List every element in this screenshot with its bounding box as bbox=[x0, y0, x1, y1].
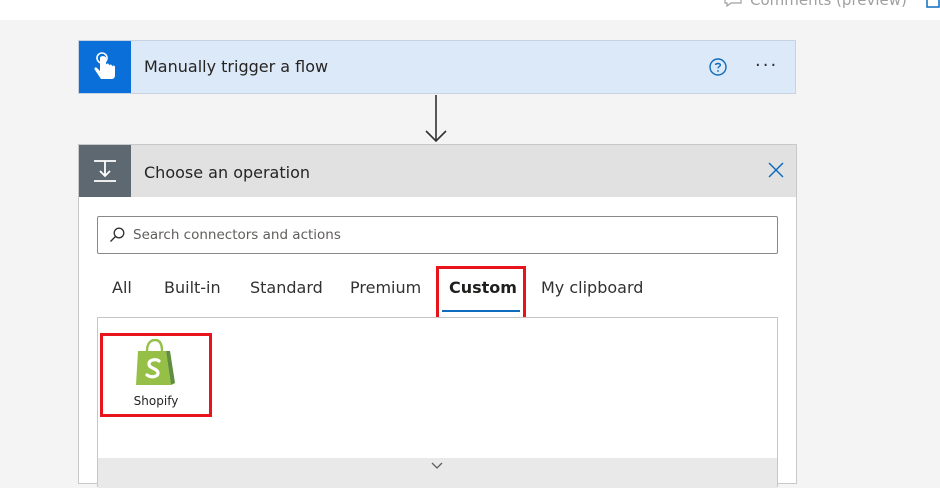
connector-results: Shopify bbox=[97, 317, 778, 488]
help-icon[interactable] bbox=[709, 58, 727, 76]
search-box[interactable] bbox=[97, 216, 778, 254]
flow-arrow-icon bbox=[425, 95, 447, 143]
trigger-icon-tile bbox=[79, 41, 131, 93]
comments-button[interactable]: Comments (preview) bbox=[724, 0, 907, 9]
hand-touch-icon bbox=[94, 52, 115, 79]
operation-header: Choose an operation bbox=[79, 145, 796, 197]
comment-icon bbox=[724, 0, 742, 7]
operation-tabs: All Built-in Standard Premium Custom My … bbox=[79, 264, 796, 324]
shopify-bag-icon bbox=[136, 339, 175, 385]
connector-shopify[interactable]: Shopify bbox=[100, 333, 212, 417]
close-icon[interactable] bbox=[768, 162, 784, 178]
tab-built-in[interactable]: Built-in bbox=[164, 278, 221, 297]
custom-tab-highlight bbox=[436, 266, 526, 324]
tab-standard[interactable]: Standard bbox=[250, 278, 323, 297]
expand-bar[interactable] bbox=[98, 458, 777, 488]
tab-all[interactable]: All bbox=[112, 278, 132, 297]
save-icon[interactable] bbox=[926, 0, 940, 8]
search-input[interactable] bbox=[133, 217, 763, 253]
chevron-down-icon bbox=[431, 462, 443, 469]
operation-step-icon bbox=[94, 160, 116, 182]
top-toolbar: Comments (preview) bbox=[0, 0, 940, 20]
operation-title: Choose an operation bbox=[144, 163, 311, 182]
choose-operation-card: Choose an operation All Built-in Standar… bbox=[78, 144, 797, 488]
connector-label: Shopify bbox=[133, 394, 179, 408]
trigger-title: Manually trigger a flow bbox=[144, 57, 329, 76]
tab-premium[interactable]: Premium bbox=[350, 278, 421, 297]
search-icon bbox=[110, 227, 125, 242]
trigger-card[interactable]: Manually trigger a flow ··· bbox=[78, 40, 796, 94]
more-options-button[interactable]: ··· bbox=[755, 55, 778, 76]
comments-label: Comments (preview) bbox=[750, 0, 907, 9]
tab-my-clipboard[interactable]: My clipboard bbox=[541, 278, 643, 297]
operation-icon-tile bbox=[79, 145, 131, 197]
